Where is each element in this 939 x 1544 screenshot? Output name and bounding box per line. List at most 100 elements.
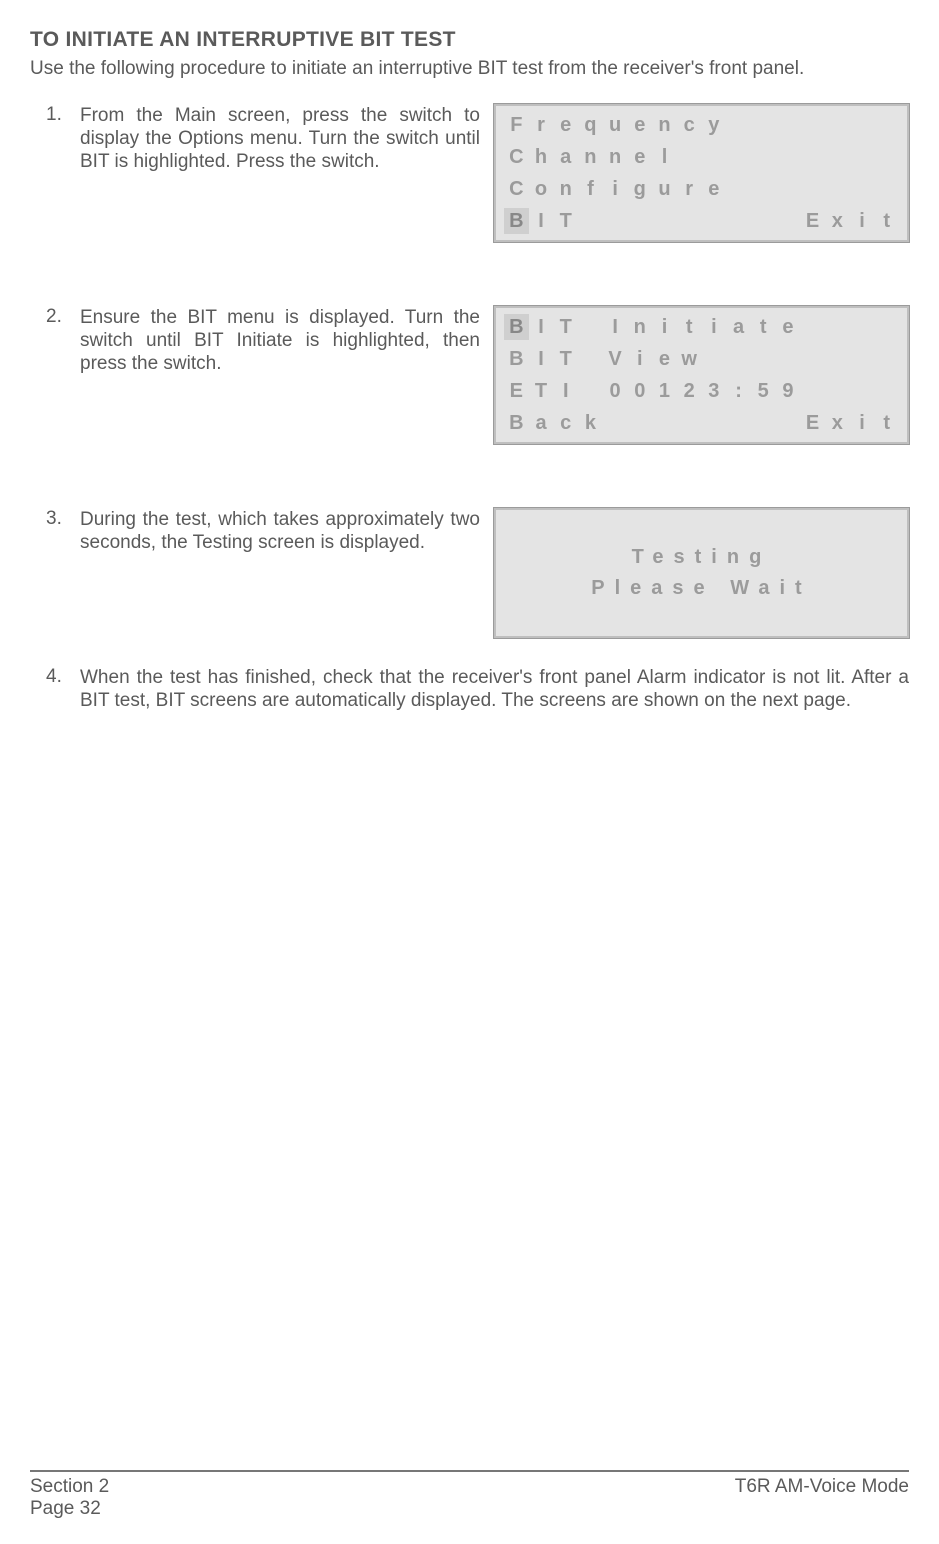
lcd-cell	[726, 176, 751, 202]
lcd-cell: k	[578, 410, 603, 436]
lcd-cell	[726, 410, 751, 436]
lcd-cell: 2	[677, 378, 702, 404]
section-title: TO INITIATE AN INTERRUPTIVE BIT TEST	[30, 28, 909, 52]
lcd-cell: E	[800, 410, 825, 436]
lcd-cell	[726, 346, 751, 372]
lcd-cell	[850, 144, 875, 170]
lcd-cell	[874, 176, 899, 202]
lcd-screen-testing: Testing Please Wait	[494, 508, 909, 638]
step-2: 2. Ensure the BIT menu is displayed. Tur…	[30, 306, 909, 444]
lcd-cell: t	[874, 208, 899, 234]
lcd-cell: B	[504, 208, 529, 234]
lcd-cell	[850, 176, 875, 202]
step-text: From the Main screen, press the switch t…	[80, 104, 480, 174]
lcd-cell	[726, 144, 751, 170]
lcd-cell: i	[652, 314, 677, 340]
lcd-cell: c	[677, 112, 702, 138]
lcd-cell: n	[627, 314, 652, 340]
lcd-cell: n	[553, 176, 578, 202]
lcd-cell: h	[529, 144, 554, 170]
lcd-cell: I	[553, 378, 578, 404]
lcd-cell: 0	[627, 378, 652, 404]
lcd-cell	[578, 314, 603, 340]
lcd-cell: 9	[776, 378, 801, 404]
lcd-cell	[751, 410, 776, 436]
lcd-cell: I	[529, 314, 554, 340]
lcd-cell: i	[702, 314, 727, 340]
lcd-cell	[800, 346, 825, 372]
step-text: During the test, which takes approximate…	[80, 508, 480, 554]
step-3: 3. During the test, which takes approxim…	[30, 508, 909, 638]
lcd-cell	[677, 208, 702, 234]
lcd-cell: r	[677, 176, 702, 202]
lcd-screen-options-menu: FrequencyChannelConfigureBITExit	[494, 104, 909, 242]
lcd-cell: u	[652, 176, 677, 202]
footer-page: Page 32	[30, 1498, 109, 1520]
lcd-cell	[800, 378, 825, 404]
footer-right: T6R AM-Voice Mode	[735, 1476, 909, 1520]
lcd-cell	[850, 378, 875, 404]
lcd-cell	[627, 410, 652, 436]
lcd-cell: I	[603, 314, 628, 340]
lcd-cell: u	[603, 112, 628, 138]
lcd-cell	[874, 378, 899, 404]
lcd-cell: t	[751, 314, 776, 340]
lcd-screen-bit-menu: BITInitiateBITViewETI00123:59BackExit	[494, 306, 909, 444]
lcd-cell: I	[529, 208, 554, 234]
lcd-cell: c	[553, 410, 578, 436]
lcd-cell	[825, 112, 850, 138]
lcd-cell: g	[627, 176, 652, 202]
lcd-cell	[751, 176, 776, 202]
lcd-cell	[874, 144, 899, 170]
lcd-cell	[874, 112, 899, 138]
lcd-cell: C	[504, 176, 529, 202]
lcd-cell	[850, 112, 875, 138]
lcd-cell	[726, 112, 751, 138]
lcd-cell	[751, 346, 776, 372]
lcd-cell	[800, 112, 825, 138]
lcd-cell	[850, 346, 875, 372]
step-text: Ensure the BIT menu is displayed. Turn t…	[80, 306, 480, 376]
lcd-cell	[874, 346, 899, 372]
lcd-cell	[702, 144, 727, 170]
lcd-cell	[825, 176, 850, 202]
lcd-cell: 5	[751, 378, 776, 404]
lcd-cell	[603, 208, 628, 234]
lcd-cell	[702, 410, 727, 436]
lcd-cell	[702, 208, 727, 234]
lcd-cell: t	[677, 314, 702, 340]
page-footer: Section 2 Page 32 T6R AM-Voice Mode	[30, 1470, 909, 1520]
lcd-cell	[776, 346, 801, 372]
lcd-cell: l	[652, 144, 677, 170]
lcd-cell: B	[504, 346, 529, 372]
lcd-cell: I	[529, 346, 554, 372]
lcd-cell	[825, 346, 850, 372]
lcd-cell: n	[603, 144, 628, 170]
lcd-cell	[776, 112, 801, 138]
step-number: 3.	[30, 508, 80, 530]
footer-section: Section 2	[30, 1476, 109, 1498]
lcd-cell	[702, 346, 727, 372]
lcd-cell	[652, 410, 677, 436]
lcd-cell: B	[504, 410, 529, 436]
lcd-cell: n	[652, 112, 677, 138]
lcd-cell: t	[874, 410, 899, 436]
lcd-cell	[800, 176, 825, 202]
lcd-cell: e	[702, 176, 727, 202]
lcd-cell	[776, 208, 801, 234]
lcd-cell: T	[553, 346, 578, 372]
lcd-cell	[776, 144, 801, 170]
lcd-cell: E	[504, 378, 529, 404]
lcd-cell: T	[553, 208, 578, 234]
lcd-cell: y	[702, 112, 727, 138]
lcd-cell: i	[603, 176, 628, 202]
lcd-cell: i	[627, 346, 652, 372]
lcd-cell: i	[850, 410, 875, 436]
please-wait-label: Please Wait	[591, 577, 811, 600]
lcd-cell: n	[578, 144, 603, 170]
lcd-cell: a	[553, 144, 578, 170]
lcd-cell: x	[825, 410, 850, 436]
lcd-cell	[751, 112, 776, 138]
lcd-cell: 1	[652, 378, 677, 404]
lcd-cell	[800, 144, 825, 170]
